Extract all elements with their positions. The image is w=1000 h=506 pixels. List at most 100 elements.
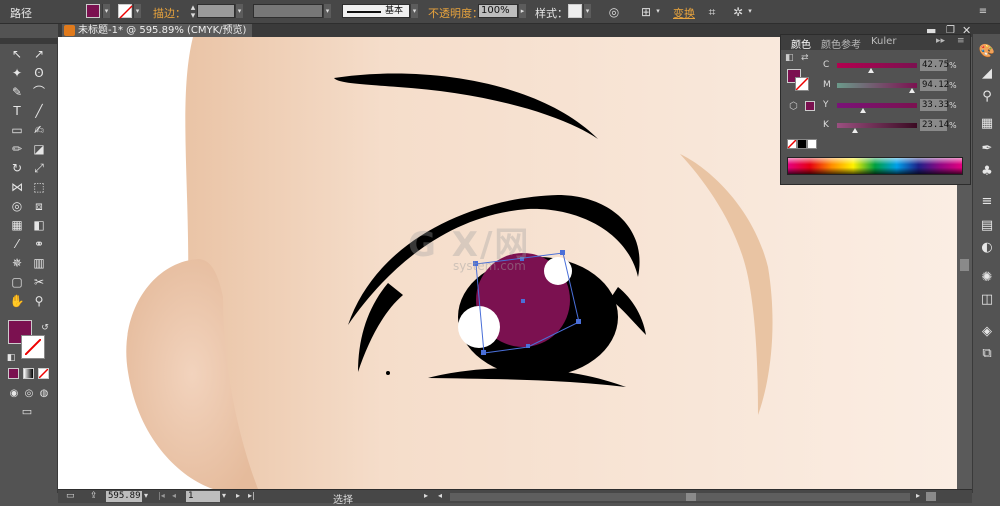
opacity-field[interactable]: 100% — [478, 4, 518, 18]
black-color-chip[interactable] — [797, 139, 807, 149]
isolate-icon[interactable]: ⌗ — [704, 4, 720, 20]
brush-profile-field[interactable]: 基本 — [342, 4, 410, 18]
arrange-icon[interactable]: ✲ — [730, 4, 746, 20]
variable-width-dropdown[interactable]: ▾ — [323, 4, 331, 18]
color-guide-icon[interactable]: ◢ — [978, 66, 996, 82]
brushes-icon[interactable]: ✒ — [978, 141, 996, 157]
tab-kuler[interactable]: Kuler — [871, 36, 896, 47]
type-icon[interactable]: T — [8, 103, 26, 119]
kuler-icon[interactable]: ⚲ — [978, 89, 996, 105]
layers-icon[interactable]: ◈ — [978, 324, 996, 340]
shape-builder-icon[interactable]: ◎ — [8, 198, 26, 214]
mesh-icon[interactable]: ▦ — [8, 217, 26, 233]
hand-icon[interactable]: ✋ — [8, 293, 26, 309]
dock-grip[interactable] — [973, 24, 1000, 34]
slider-track-c[interactable] — [837, 63, 917, 73]
column-graph-icon[interactable]: ▥ — [30, 255, 48, 271]
slider-value-m[interactable]: 94.12 — [920, 79, 949, 91]
transparency-icon[interactable]: ◐ — [978, 240, 996, 256]
slider-thumb-k[interactable] — [852, 128, 859, 133]
zoom-dropdown[interactable]: ▾ — [144, 491, 148, 500]
slider-track-k[interactable] — [837, 123, 917, 133]
transform-link[interactable]: 变换 — [673, 5, 695, 21]
artboards-icon[interactable]: ⧉ — [978, 346, 996, 362]
stroke-swatch[interactable] — [118, 4, 133, 19]
graphic-styles-icon[interactable]: ◫ — [978, 292, 996, 308]
curvature-icon[interactable]: ⌒ — [30, 84, 48, 100]
stroke-label[interactable]: 描边： — [153, 5, 186, 21]
magic-wand-icon[interactable]: ✦ — [8, 65, 26, 81]
lasso-icon[interactable]: ʘ — [30, 65, 48, 81]
slider-thumb-m[interactable] — [909, 88, 916, 93]
slider-thumb-c[interactable] — [868, 68, 875, 73]
recolor-artwork-icon[interactable]: ◎ — [606, 4, 622, 20]
appearance-icon[interactable]: ✺ — [978, 270, 996, 286]
stroke-icon[interactable]: ≡ — [978, 194, 996, 210]
rectangle-icon[interactable]: ▭ — [8, 122, 26, 138]
next-artboard-icon[interactable]: ▸ — [236, 491, 240, 500]
iris-highlight-large[interactable] — [458, 306, 500, 348]
color-spectrum-bar[interactable] — [787, 157, 963, 175]
fill-dropdown[interactable]: ▾ — [102, 4, 110, 18]
status-menu-arrow[interactable]: ▸ — [424, 491, 428, 500]
opacity-label[interactable]: 不透明度： — [428, 5, 483, 21]
paintbrush-icon[interactable]: ✍ — [30, 122, 48, 138]
draw-inside-icon[interactable]: ◍ — [35, 386, 53, 402]
gradient-icon[interactable]: ▤ — [978, 218, 996, 234]
horizontal-scroll-thumb[interactable] — [686, 493, 696, 501]
out-of-gamut-icon[interactable]: ⬡ — [789, 101, 798, 112]
screen-mode-icon[interactable]: ▭ — [16, 404, 38, 420]
swatches-icon[interactable]: ▦ — [978, 116, 996, 132]
document-tab[interactable]: 未标题-1* @ 595.89% (CMYK/预览) — [62, 24, 253, 37]
slider-value-k[interactable]: 23.14 — [920, 119, 949, 131]
horizontal-scrollbar[interactable] — [450, 493, 910, 501]
rotate-icon[interactable]: ↻ — [8, 160, 26, 176]
color-palette-icon[interactable]: 🎨 — [978, 44, 996, 60]
align-dropdown[interactable]: ▾ — [654, 4, 662, 18]
slider-value-c[interactable]: 42.75 — [920, 59, 949, 71]
white-color-chip[interactable] — [807, 139, 817, 149]
swap-colors-icon[interactable]: ↺ — [36, 320, 54, 336]
gamut-swatch[interactable] — [805, 101, 815, 111]
prev-artboard-icon[interactable]: ◂ — [172, 491, 176, 500]
tab-color-guide[interactable]: 颜色参考 — [821, 36, 861, 51]
color-mode-icon[interactable] — [8, 368, 19, 379]
slider-thumb-y[interactable] — [860, 108, 867, 113]
slider-track-y[interactable] — [837, 103, 917, 113]
last-artboard-icon[interactable]: ▸| — [248, 491, 255, 500]
stroke-weight-field[interactable] — [197, 4, 235, 18]
eyedropper-icon[interactable]: ⁄ — [8, 236, 26, 252]
opacity-dropdown[interactable]: ▸ — [518, 4, 526, 18]
panel-menu-icon[interactable]: ≡ — [975, 4, 991, 20]
first-artboard-icon[interactable]: |◂ — [158, 491, 165, 500]
vertical-scroll-thumb[interactable] — [960, 259, 969, 271]
pencil-icon[interactable]: ✏ — [8, 141, 26, 157]
gradient-icon[interactable]: ◧ — [30, 217, 48, 233]
pen-icon[interactable]: ✎ — [8, 84, 26, 100]
doc-info-icon[interactable]: ▭ — [66, 491, 75, 501]
zoom-field[interactable]: 595.89 — [106, 491, 142, 502]
tools-panel-grip[interactable] — [0, 38, 58, 44]
default-fill-stroke-icon[interactable]: ◧ — [785, 53, 794, 63]
gradient-mode-icon[interactable] — [23, 368, 34, 379]
selection-icon[interactable]: ↖ — [8, 46, 26, 62]
artboard-icon[interactable]: ▢ — [8, 274, 26, 290]
artboard-dropdown[interactable]: ▾ — [222, 491, 226, 500]
line-icon[interactable]: ╱ — [30, 103, 48, 119]
zoom-icon[interactable]: ⚲ — [30, 293, 48, 309]
scroll-right-icon[interactable]: ▸ — [916, 491, 920, 500]
align-icon[interactable]: ⊞ — [638, 4, 654, 20]
graphic-style-swatch[interactable] — [568, 4, 582, 18]
none-mode-icon[interactable] — [38, 368, 49, 379]
scale-icon[interactable]: ⤢ — [30, 160, 48, 176]
symbols-icon[interactable]: ♣ — [978, 164, 996, 180]
variable-width-field[interactable] — [253, 4, 323, 18]
direct-selection-icon[interactable]: ↗ — [30, 46, 48, 62]
default-colors-icon[interactable]: ◧ — [2, 350, 20, 366]
scroll-left-icon[interactable]: ◂ — [438, 491, 442, 500]
panel-expand-icon[interactable]: ▸▸ — [936, 36, 945, 46]
panel-stroke-swatch[interactable] — [795, 77, 809, 91]
stroke-weight-dropdown[interactable]: ▾ — [235, 4, 243, 18]
swap-fill-stroke-icon[interactable]: ⇄ — [801, 53, 809, 63]
stroke-color-box[interactable] — [21, 335, 45, 359]
